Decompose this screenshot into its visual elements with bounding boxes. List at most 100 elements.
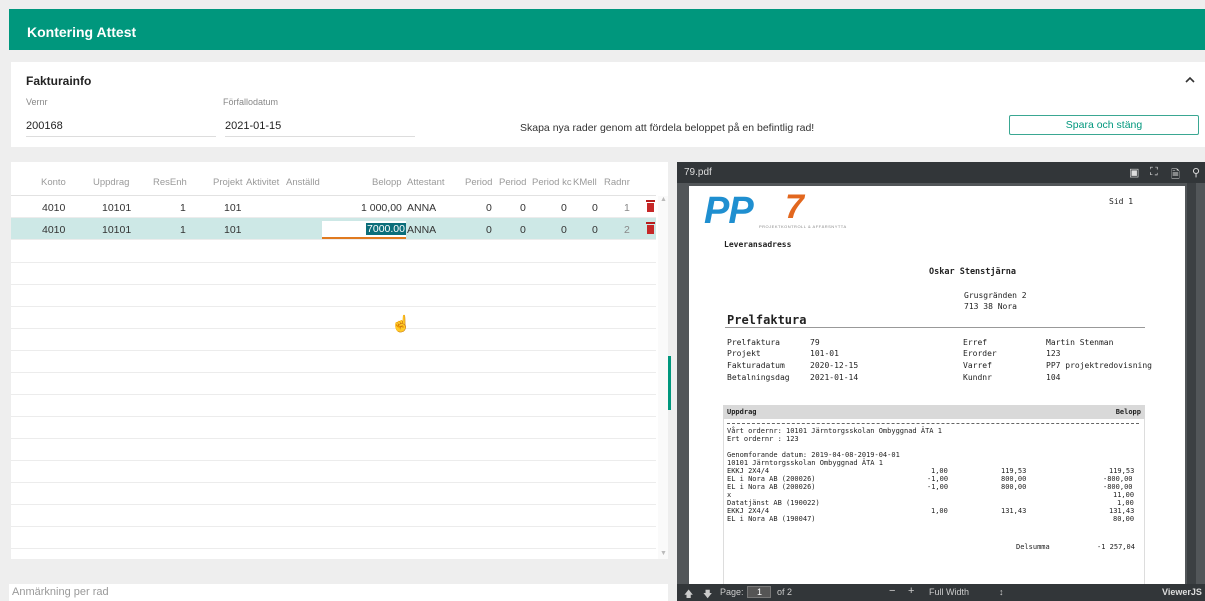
empty-row (11, 526, 656, 527)
info-value: PP7 projektredovisning (1046, 361, 1152, 370)
chevron-up-icon[interactable] (1185, 72, 1195, 86)
zoom-in-icon[interactable]: + (908, 585, 914, 597)
cell-period[interactable]: 0 (486, 224, 492, 236)
col-header[interactable]: Period (465, 177, 492, 188)
delivery-address-label: Leveransadress (724, 240, 792, 249)
cell-radnr: 1 (624, 202, 630, 214)
scroll-up-icon[interactable]: ▲ (660, 196, 667, 203)
app-title: Kontering Attest (27, 24, 137, 40)
cell-uppdrag[interactable]: 10101 (102, 202, 131, 214)
zoom-out-icon[interactable]: − (889, 585, 895, 597)
forfallodatum-label: Förfallodatum (223, 97, 279, 107)
item-qty: 1,00 (931, 507, 948, 515)
info-value: 101-01 (810, 349, 839, 358)
cell-uppdrag[interactable]: 10101 (102, 224, 131, 236)
next-page-icon[interactable]: 🡇 (703, 587, 712, 601)
table-row[interactable]: 4010 10101 1 101 1 000,00 ANNA 0 0 0 0 1 (11, 196, 656, 218)
col-header[interactable]: Period kc (532, 177, 572, 188)
cell-projekt[interactable]: 101 (224, 202, 242, 214)
empty-row (11, 328, 656, 329)
vernr-field[interactable]: 200168 (26, 120, 216, 137)
col-header[interactable]: Anställd (286, 177, 320, 188)
table-row-selected[interactable]: 4010 10101 1 101 7000.00 ANNA 0 0 0 0 2 (11, 218, 656, 240)
col-header[interactable]: ResEnh (153, 177, 187, 188)
zoom-select[interactable]: Full Width (929, 587, 969, 597)
page-number: Sid 1 (1109, 197, 1134, 206)
cell-attestant[interactable]: ANNA (407, 224, 436, 236)
grid-header: Konto Uppdrag ResEnh Projekt Aktivitet A… (11, 162, 656, 196)
trash-icon[interactable] (646, 200, 655, 212)
item-price: 800,00 (1001, 475, 1027, 483)
col-header[interactable]: KMell (573, 177, 597, 188)
cell-resenh[interactable]: 1 (180, 202, 186, 214)
panel-title: Fakturainfo (26, 74, 92, 88)
pdf-viewer: 79.pdf ▣ ⛶ 🗎 ⚲ PP 7 PROJEKTKONTROLL & AF… (677, 162, 1205, 601)
grid-scrollbar[interactable]: ▲ ▼ (658, 196, 668, 559)
cell-projekt[interactable]: 101 (224, 224, 242, 236)
col-header[interactable]: Radnr (604, 177, 630, 188)
logo-tagline: PROJEKTKONTROLL & AFFÄRSNYTTA (759, 224, 847, 229)
info-value: Martin Stenman (1046, 338, 1114, 347)
page-number-value[interactable]: 1 (757, 587, 762, 597)
invoice-table-header: Uppdrag Belopp (723, 405, 1145, 419)
item-sum: -800,00 (1103, 475, 1133, 483)
col-header[interactable]: Uppdrag (93, 177, 129, 188)
col-header[interactable]: Period (499, 177, 526, 188)
app-bar: Kontering Attest (9, 9, 1205, 50)
col-header[interactable]: Konto (41, 177, 66, 188)
cell-period[interactable]: 0 (561, 224, 567, 236)
scroll-down-icon[interactable]: ▼ (660, 550, 667, 557)
prev-page-icon[interactable]: 🡅 (684, 587, 693, 601)
fakturainfo-panel: Fakturainfo Vernr 200168 Förfallodatum 2… (11, 62, 1205, 147)
item-qty: -1,00 (927, 483, 949, 491)
download-icon[interactable]: 🗎 (1171, 166, 1180, 185)
row-note-placeholder: Anmärkning per rad (12, 586, 109, 598)
order-line: Vårt ordernr: 10101 Järntorgsskolan Omby… (727, 427, 942, 435)
hand-cursor-icon: ☝ (391, 316, 411, 333)
cell-period[interactable]: 0 (561, 202, 567, 214)
item-desc: EL i Nora AB (200026) (727, 475, 816, 483)
item-desc: Datatjänst AB (190022) (727, 499, 820, 507)
col-header[interactable]: Aktivitet (246, 177, 279, 188)
belopp-edit-input[interactable]: 7000.00 (322, 221, 406, 239)
pane-splitter-handle[interactable] (668, 356, 671, 410)
search-icon[interactable]: ⚲ (1192, 166, 1200, 179)
info-label: Fakturadatum (727, 361, 785, 370)
cell-kmell[interactable]: 0 (592, 202, 598, 214)
cell-kmell[interactable]: 0 (592, 224, 598, 236)
info-label: Betalningsdag (727, 373, 790, 382)
item-price: 119,53 (1001, 467, 1027, 475)
chevron-down-icon[interactable]: ↕ (999, 587, 1004, 597)
viewer-scrollbar[interactable] (1187, 183, 1196, 584)
viewer-brand: ViewerJS (1162, 587, 1202, 597)
fullscreen-icon[interactable]: ⛶ (1150, 166, 1158, 179)
cell-belopp[interactable]: 1 000,00 (361, 202, 402, 214)
info-value: 2020-12-15 (810, 361, 859, 370)
cell-attestant[interactable]: ANNA (407, 202, 436, 214)
cell-period[interactable]: 0 (520, 224, 526, 236)
info-value: 79 (810, 338, 820, 347)
cell-konto[interactable]: 4010 (42, 224, 65, 236)
col-header[interactable]: Attestant (407, 177, 445, 188)
presentation-icon[interactable]: ▣ (1129, 166, 1139, 179)
empty-row (11, 504, 656, 505)
item-desc: EL i Nora AB (190047) (727, 515, 816, 523)
order-line: 10101 Järntorgsskolan Ombyggnad ÄTA 1 (727, 459, 883, 467)
info-value: 2021-01-14 (810, 373, 859, 382)
cell-resenh[interactable]: 1 (180, 224, 186, 236)
belopp-edit-value[interactable]: 7000.00 (366, 223, 406, 235)
cell-period[interactable]: 0 (486, 202, 492, 214)
forfallodatum-field[interactable]: 2021-01-15 (225, 120, 415, 137)
save-and-close-button[interactable]: Spara och stäng (1009, 115, 1199, 135)
info-message: Skapa nya rader genom att fördela belopp… (520, 122, 815, 134)
col-header[interactable]: Belopp (372, 177, 402, 188)
trash-icon[interactable] (646, 222, 655, 234)
heading-divider (725, 327, 1145, 328)
page-label: Page: (720, 587, 744, 597)
order-line: Ert ordernr : 123 (727, 435, 799, 443)
cell-period[interactable]: 0 (520, 202, 526, 214)
cell-konto[interactable]: 4010 (42, 202, 65, 214)
row-note-input[interactable]: Anmärkning per rad (9, 584, 668, 601)
col-belopp: Belopp (1115, 408, 1141, 416)
col-header[interactable]: Projekt (213, 177, 243, 188)
